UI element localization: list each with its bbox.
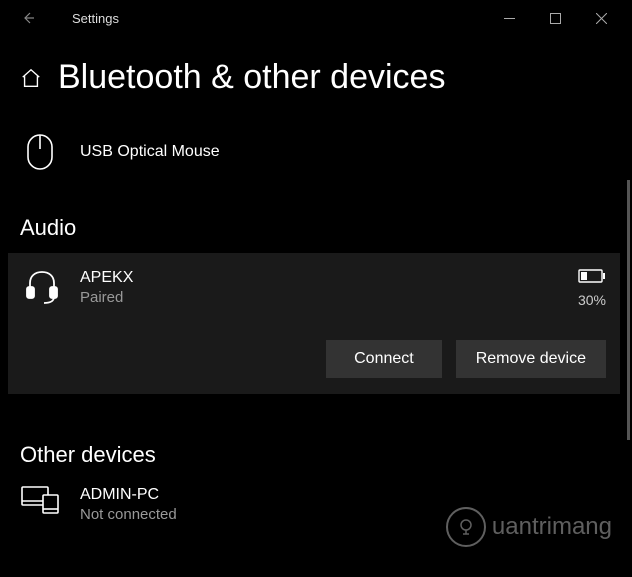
home-icon[interactable] (20, 67, 42, 89)
device-row-mouse[interactable]: USB Optical Mouse (0, 125, 632, 179)
battery-indicator: 30% (578, 269, 606, 308)
device-name: USB Optical Mouse (80, 143, 220, 161)
page-header: Bluetooth & other devices (0, 36, 632, 125)
page-title: Bluetooth & other devices (58, 58, 445, 97)
back-button[interactable] (8, 0, 48, 36)
close-icon (596, 13, 607, 24)
scrollbar[interactable] (627, 180, 630, 440)
titlebar: Settings (0, 0, 632, 36)
headset-icon (24, 269, 60, 305)
back-arrow-icon (20, 10, 36, 26)
audio-section-title: Audio (0, 215, 632, 253)
minimize-icon (504, 13, 515, 24)
maximize-icon (550, 13, 561, 24)
battery-percentage: 30% (578, 292, 606, 308)
other-devices-section-title: Other devices (0, 442, 632, 480)
battery-icon (578, 269, 606, 283)
minimize-button[interactable] (486, 0, 532, 36)
app-title: Settings (72, 11, 119, 26)
other-device-status: Not connected (80, 506, 177, 523)
computer-icon (21, 486, 59, 514)
device-row-pc[interactable]: ADMIN-PC Not connected (0, 480, 632, 529)
audio-device-card[interactable]: APEKX Paired 30% Connect Remove device (8, 253, 620, 394)
remove-device-button[interactable]: Remove device (456, 340, 606, 378)
audio-device-name: APEKX (80, 269, 560, 287)
maximize-button[interactable] (532, 0, 578, 36)
connect-button[interactable]: Connect (326, 340, 442, 378)
window-controls (486, 0, 624, 36)
other-device-name: ADMIN-PC (80, 486, 177, 504)
audio-device-status: Paired (80, 289, 560, 306)
mouse-icon (26, 133, 54, 171)
close-button[interactable] (578, 0, 624, 36)
